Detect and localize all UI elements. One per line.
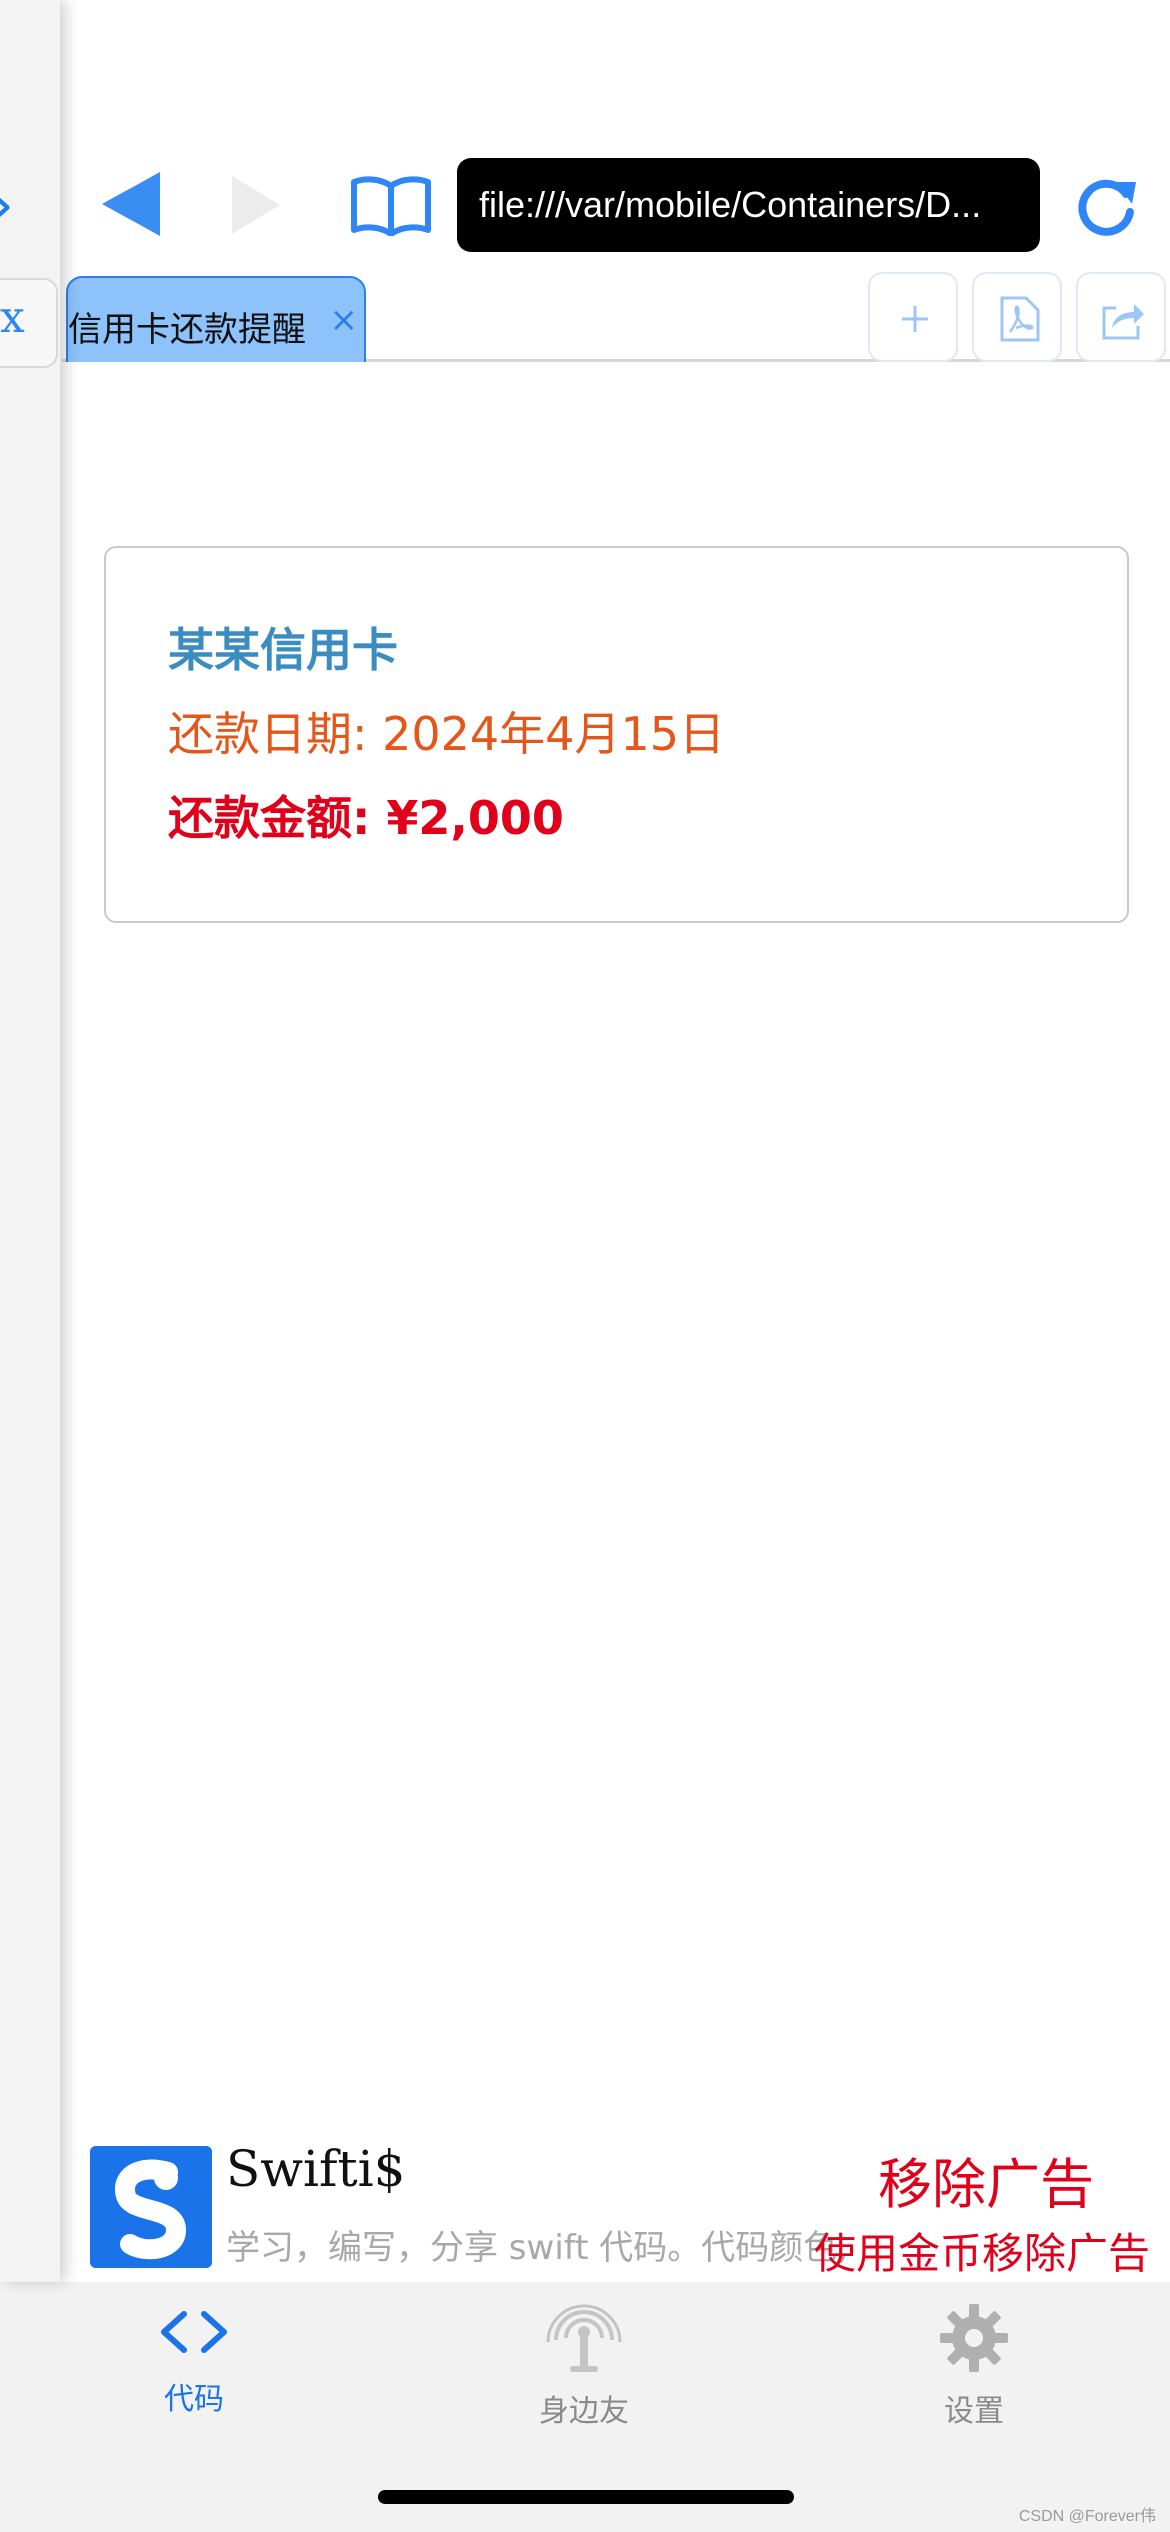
tabbar-label-settings: 设置 xyxy=(944,2394,1004,2429)
tabbar-label-code: 代码 xyxy=(164,2382,224,2417)
back-icon[interactable] xyxy=(100,170,162,238)
tab-strip: 信用卡还款提醒 × xyxy=(62,272,1170,362)
export-pdf-button[interactable] xyxy=(972,272,1062,362)
tabbar-label-nearby: 身边友 xyxy=(539,2394,629,2429)
due-amount: 还款金额: ¥2,000 xyxy=(168,791,564,845)
share-icon xyxy=(1102,304,1144,340)
screen: › x file:///var/mobile/Containers/D... 信… xyxy=(0,0,1170,2532)
previous-tab-close-icon[interactable]: x xyxy=(0,292,25,343)
url-field[interactable]: file:///var/mobile/Containers/D... xyxy=(457,158,1040,252)
ad-description: 学习，编写，分享 swift 代码。代码颜色, xyxy=(226,2228,846,2268)
due-date: 还款日期: 2024年4月15日 xyxy=(168,707,725,761)
home-indicator[interactable] xyxy=(378,2490,794,2504)
tab-close-icon[interactable]: × xyxy=(330,300,359,340)
pdf-icon xyxy=(1000,296,1040,342)
code-icon xyxy=(161,2311,227,2353)
watermark: CSDN @Forever伟 xyxy=(1018,2508,1156,2525)
ad-app-name: Swifti$ xyxy=(226,2140,406,2198)
plus-icon xyxy=(902,306,928,332)
tabbar-item-settings[interactable]: 设置 xyxy=(864,2302,1084,2430)
tab-credit-card-reminder[interactable]: 信用卡还款提醒 × xyxy=(66,276,366,362)
ad-banner[interactable]: Swifti$ 学习，编写，分享 swift 代码。代码颜色, 移除广告 使用金… xyxy=(62,2130,1170,2282)
share-button[interactable] xyxy=(1076,272,1166,362)
bookmarks-icon[interactable] xyxy=(350,172,432,236)
card-title: 某某信用卡 xyxy=(168,623,398,677)
swift-s-logo-icon xyxy=(90,2146,212,2268)
tab-label: 信用卡还款提醒 xyxy=(68,310,306,350)
refresh-icon[interactable] xyxy=(1074,174,1138,238)
previous-screen-panel[interactable]: › x xyxy=(0,0,60,2282)
remove-ad-with-coins-button[interactable]: 使用金币移除广告 xyxy=(814,2220,1150,2281)
chevron-right-icon: › xyxy=(0,170,14,240)
browser-toolbar: file:///var/mobile/Containers/D... xyxy=(62,150,1170,260)
antenna-icon xyxy=(546,2304,622,2372)
reminder-card: 某某信用卡 还款日期: 2024年4月15日 还款金额: ¥2,000 xyxy=(104,546,1129,923)
forward-icon[interactable] xyxy=(230,174,282,236)
tabbar-item-code[interactable]: 代码 xyxy=(84,2302,304,2418)
tabbar-item-nearby[interactable]: 身边友 xyxy=(474,2302,694,2430)
new-tab-button[interactable] xyxy=(868,272,958,362)
app-logo xyxy=(90,2146,212,2268)
remove-ad-button[interactable]: 移除广告 xyxy=(878,2140,1094,2219)
gear-icon xyxy=(940,2304,1008,2372)
